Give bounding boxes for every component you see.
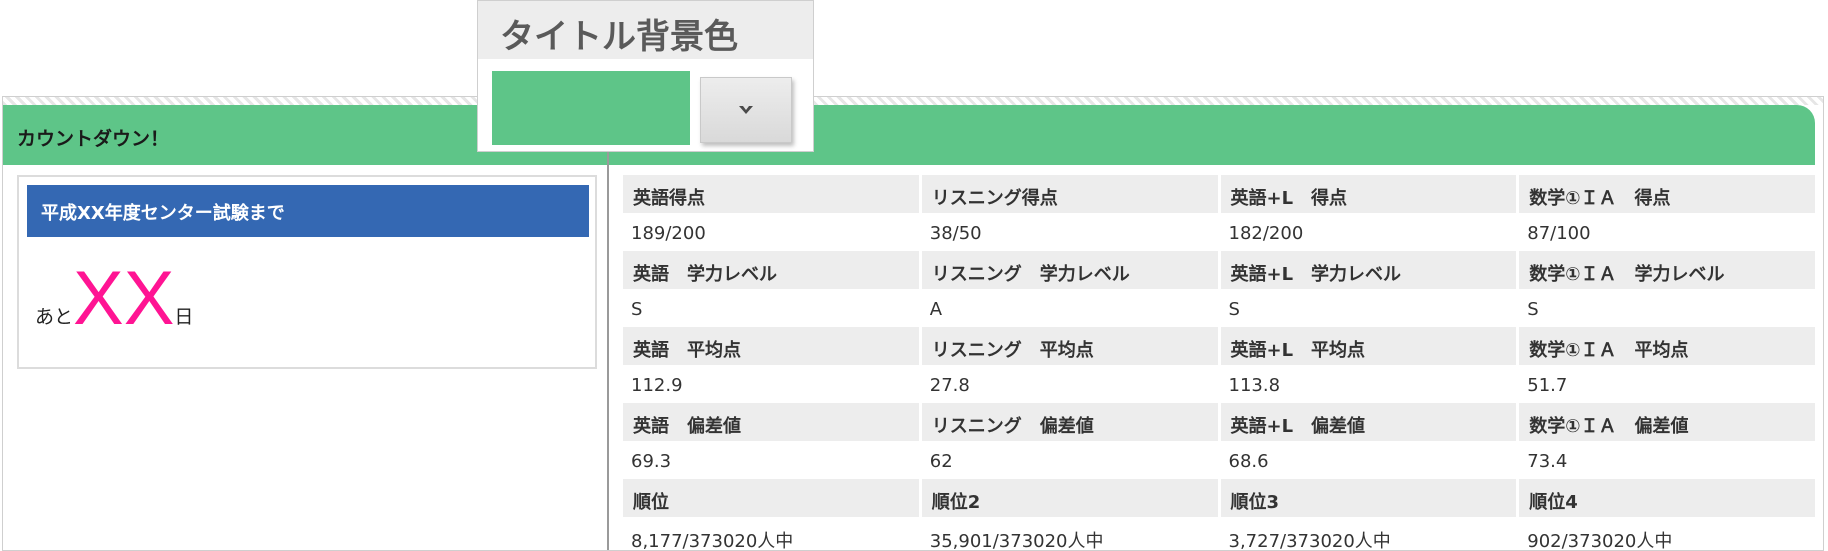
grid-label: 数学①ＩＡ 得点 [1519, 175, 1815, 213]
grid-label: 順位 [623, 479, 919, 517]
score-grid: 英語得点 リスニング得点 英語+L 得点 数学①ＩＡ 得点 189/200 38… [623, 175, 1815, 550]
grid-label: リスニング 平均点 [921, 327, 1218, 365]
grid-label: 英語+L 偏差値 [1220, 403, 1517, 441]
grid-value: S [623, 289, 919, 327]
grid-value: 902/373020人中 [1519, 517, 1815, 550]
grid-value: 35,901/373020人中 [921, 517, 1218, 550]
color-swatch[interactable] [492, 71, 690, 145]
column-divider [607, 147, 609, 550]
grid-value: 112.9 [623, 365, 919, 403]
grid-label: リスニング 偏差値 [921, 403, 1218, 441]
countdown-prefix: あと [35, 306, 74, 328]
grid-value: 8,177/373020人中 [623, 517, 919, 550]
grid-label: 英語+L 平均点 [1220, 327, 1517, 365]
countdown-card: 平成XX年度センター試験まで あと XX 日 [17, 175, 597, 369]
grid-label: 英語得点 [623, 175, 919, 213]
grid-value: 51.7 [1519, 365, 1815, 403]
grid-value: 69.3 [623, 441, 919, 479]
grid-label: 数学①ＩＡ 偏差値 [1519, 403, 1815, 441]
panel-body: 平成XX年度センター試験まで あと XX 日 英語得点 リスニング得点 英語+L… [3, 165, 1823, 550]
panel-top-stripes [3, 97, 1823, 105]
grid-label: 英語 偏差値 [623, 403, 919, 441]
grid-value: 73.4 [1519, 441, 1815, 479]
grid-value: 27.8 [921, 365, 1218, 403]
grid-label: 順位4 [1519, 479, 1815, 517]
grid-label: 順位3 [1220, 479, 1517, 517]
grid-value: A [921, 289, 1218, 327]
grid-value: 62 [921, 441, 1218, 479]
grid-label: 英語+L 得点 [1220, 175, 1517, 213]
grid-value: 3,727/373020人中 [1220, 517, 1517, 550]
panel-header: カウントダウン！ [3, 105, 1815, 165]
grid-label: 順位2 [921, 479, 1218, 517]
grid-label: 英語 平均点 [623, 327, 919, 365]
countdown-number: XX [73, 256, 175, 341]
grid-value: 113.8 [1220, 365, 1517, 403]
grid-value: 68.6 [1220, 441, 1517, 479]
title-bg-color-picker: タイトル背景色 [477, 0, 814, 152]
grid-value: 38/50 [921, 213, 1218, 251]
countdown-panel: カウントダウン！ 平成XX年度センター試験まで あと XX 日 英語得点 リスニ… [2, 96, 1824, 551]
grid-value: 189/200 [623, 213, 919, 251]
countdown-suffix: 日 [174, 306, 194, 328]
countdown-heading: 平成XX年度センター試験まで [27, 185, 589, 237]
picker-title-bar: タイトル背景色 [478, 1, 813, 59]
countdown-line: あと XX 日 [35, 257, 193, 337]
grid-label: リスニング 学力レベル [921, 251, 1218, 289]
grid-value: 182/200 [1220, 213, 1517, 251]
grid-value: S [1220, 289, 1517, 327]
chevron-down-icon [737, 103, 755, 117]
grid-value: 87/100 [1519, 213, 1815, 251]
grid-label: 数学①ＩＡ 学力レベル [1519, 251, 1815, 289]
grid-label: 数学①ＩＡ 平均点 [1519, 327, 1815, 365]
panel-title: カウントダウン！ [17, 128, 170, 150]
picker-title: タイトル背景色 [500, 17, 738, 57]
color-dropdown-button[interactable] [700, 77, 792, 143]
grid-label: 英語+L 学力レベル [1220, 251, 1517, 289]
grid-value: S [1519, 289, 1815, 327]
grid-label: 英語 学力レベル [623, 251, 919, 289]
grid-label: リスニング得点 [921, 175, 1218, 213]
